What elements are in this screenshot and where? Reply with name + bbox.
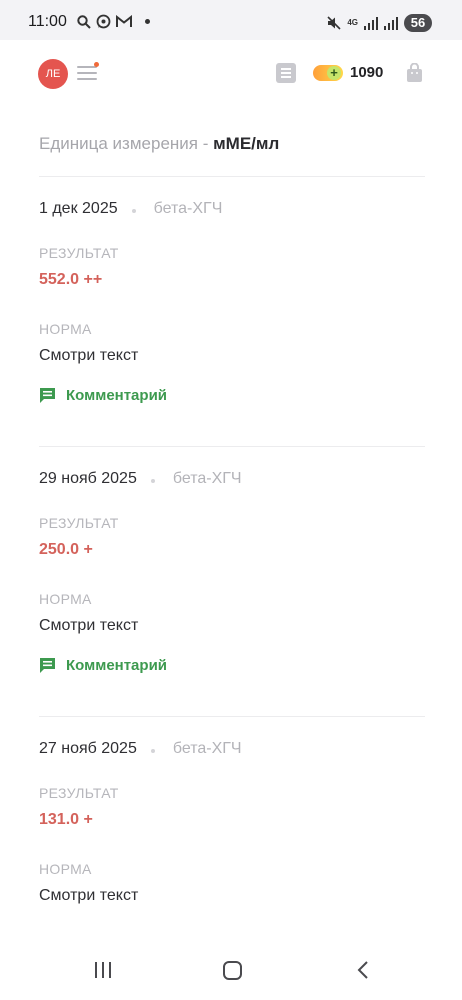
menu-icon[interactable] <box>77 62 99 82</box>
back-icon[interactable] <box>356 960 370 980</box>
comment-icon <box>40 658 55 673</box>
list-icon[interactable] <box>276 63 296 83</box>
comment-button[interactable]: Комментарий <box>39 378 425 446</box>
comment-button[interactable]: Комментарий <box>39 648 425 716</box>
results-list: Единица измерения - мМЕ/мл 1 дек 2025 бе… <box>39 110 425 918</box>
coin-balance[interactable]: 1090 <box>350 64 383 81</box>
separator-dot <box>131 209 136 213</box>
entry-analyte: бета-ХГЧ <box>172 740 242 757</box>
entry-analyte: бета-ХГЧ <box>153 200 223 217</box>
result-label: РЕЗУЛЬТАТ <box>39 515 119 531</box>
menu-notification-dot <box>94 62 99 67</box>
norm-label: НОРМА <box>39 861 92 877</box>
result-label: РЕЗУЛЬТАТ <box>39 785 119 801</box>
norm-label: НОРМА <box>39 321 92 337</box>
avatar[interactable]: ЛЕ <box>38 59 68 89</box>
separator-dot <box>150 749 155 753</box>
coin-add-icon[interactable]: + <box>313 65 343 81</box>
entry-date: 29 нояб 2025 <box>39 470 137 487</box>
system-nav-bar <box>0 940 462 1000</box>
status-time: 11:00 <box>28 13 67 30</box>
entry-header: 29 нояб 2025 бета-ХГЧ <box>39 447 425 515</box>
entry-date: 1 дек 2025 <box>39 200 118 217</box>
app-header: ЛЕ + 1090 <box>0 40 462 110</box>
home-icon[interactable] <box>223 961 242 980</box>
plus-icon: + <box>327 66 341 80</box>
network-4g-icon: 4G <box>347 18 358 27</box>
notification-dot <box>145 19 150 24</box>
unit-value: мМЕ/мл <box>213 134 280 153</box>
result-value: 552.0 ++ <box>39 271 103 288</box>
result-value: 131.0 + <box>39 811 93 828</box>
norm-value: Смотри текст <box>39 347 139 364</box>
unit-line: Единица измерения - мМЕ/мл <box>39 110 425 177</box>
battery-icon: 56 <box>404 14 432 32</box>
separator-dot <box>150 479 155 483</box>
comment-label: Комментарий <box>66 657 168 674</box>
gmail-icon <box>116 15 132 27</box>
entry-analyte: бета-ХГЧ <box>172 470 242 487</box>
status-bar: 11:00 4G 56 <box>0 0 462 40</box>
entry-date: 27 нояб 2025 <box>39 740 137 757</box>
unit-prefix: Единица измерения - <box>39 134 214 153</box>
norm-label: НОРМА <box>39 591 92 607</box>
norm-value: Смотри текст <box>39 617 139 634</box>
search-icon <box>77 14 91 29</box>
status-left-icons <box>77 14 150 29</box>
signal-icon <box>364 16 378 30</box>
entry-header: 1 дек 2025 бета-ХГЧ <box>39 177 425 245</box>
result-value: 250.0 + <box>39 541 93 558</box>
whatsapp-icon <box>96 14 111 29</box>
bag-icon[interactable] <box>406 63 423 82</box>
norm-value: Смотри текст <box>39 887 139 904</box>
comment-icon <box>40 388 55 403</box>
result-label: РЕЗУЛЬТАТ <box>39 245 119 261</box>
entry-header: 27 нояб 2025 бета-ХГЧ <box>39 717 425 785</box>
recent-apps-icon[interactable] <box>94 962 114 978</box>
result-entry: 29 нояб 2025 бета-ХГЧ РЕЗУЛЬТАТ 250.0 + … <box>39 447 425 717</box>
status-right-icons: 4G 56 <box>327 14 432 32</box>
result-entry: 1 дек 2025 бета-ХГЧ РЕЗУЛЬТАТ 552.0 ++ Н… <box>39 177 425 447</box>
comment-label: Комментарий <box>66 387 168 404</box>
result-entry: 27 нояб 2025 бета-ХГЧ РЕЗУЛЬТАТ 131.0 + … <box>39 717 425 918</box>
signal-icon-2 <box>384 16 398 30</box>
mute-icon <box>327 16 341 30</box>
